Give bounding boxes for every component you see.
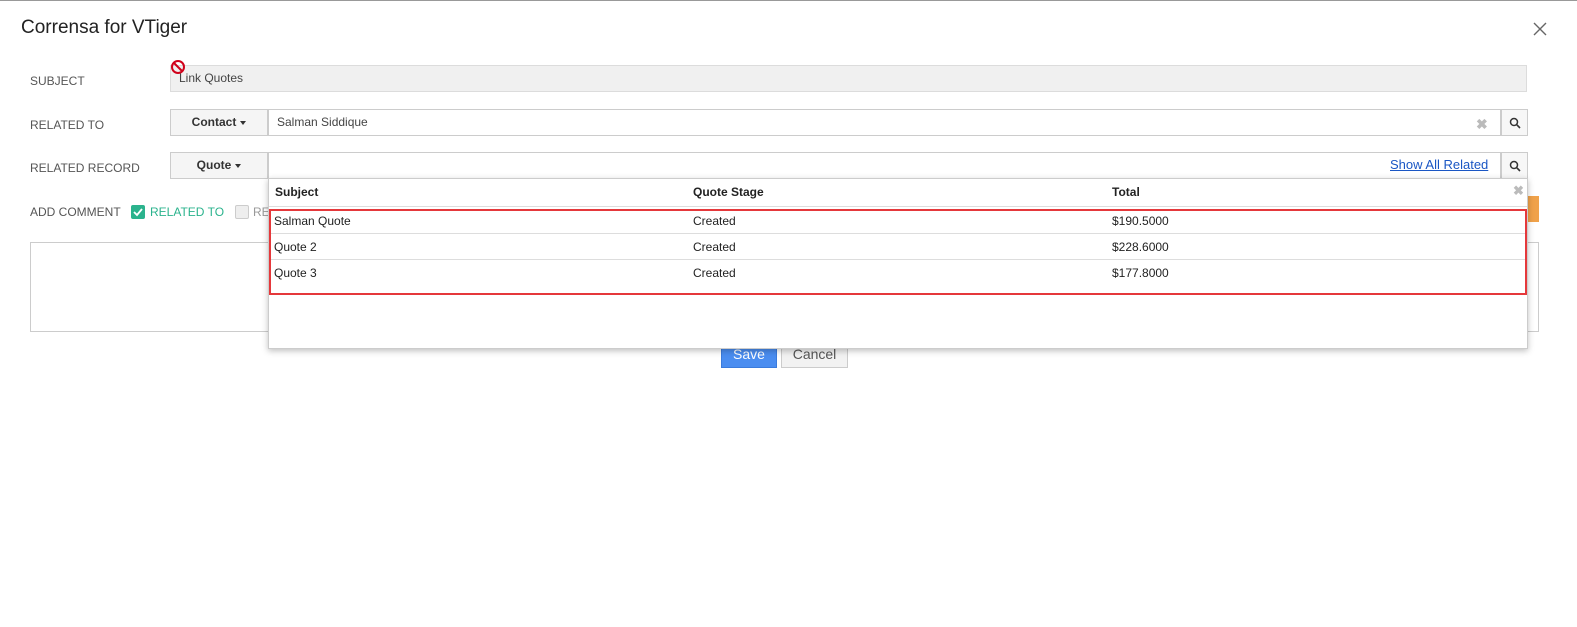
related-record-search-button[interactable] [1501,152,1528,179]
check-icon [133,208,143,217]
related-to-input[interactable]: Salman Siddique [268,109,1501,136]
dialog-title: Corrensa for VTiger [21,17,188,38]
related-to-type-label: Contact [191,115,237,129]
show-all-related-link[interactable]: Show All Related [1390,157,1488,172]
related-to-search-button[interactable] [1501,109,1528,136]
related-record-type-dropdown[interactable]: Quote [170,152,268,179]
related-to-label: RELATED TO [30,118,105,132]
second-checkbox[interactable] [235,205,249,219]
dropdown-close-icon[interactable]: ✖ [1513,183,1524,199]
column-header-quote-stage: Quote Stage [693,185,764,199]
column-header-subject: Subject [275,185,319,199]
top-border [0,0,1577,1]
related-record-input[interactable] [268,152,1501,179]
search-icon [1509,160,1521,172]
related-to-type-dropdown[interactable]: Contact [170,109,268,136]
column-header-total: Total [1112,185,1140,199]
add-comment-label: ADD COMMENT [30,205,121,219]
highlight-box [269,209,1527,295]
related-record-results-dropdown: ✖ Subject Quote Stage Total Salman Quote… [268,178,1528,349]
related-to-checkbox[interactable] [131,205,145,219]
related-record-label: RELATED RECORD [30,161,140,175]
close-icon[interactable] [1531,20,1549,38]
related-record-type-label: Quote [196,158,232,172]
caret-down-icon [235,163,242,168]
subject-field[interactable]: Link Quotes [170,65,1527,92]
subject-label: SUBJECT [30,74,85,88]
clear-icon[interactable]: ✖ [1476,116,1488,133]
action-button-edge[interactable] [1528,196,1539,222]
not-allowed-icon [170,59,186,75]
search-icon [1509,117,1521,129]
related-to-checkbox-label: RELATED TO [150,205,225,219]
caret-down-icon [240,120,247,125]
